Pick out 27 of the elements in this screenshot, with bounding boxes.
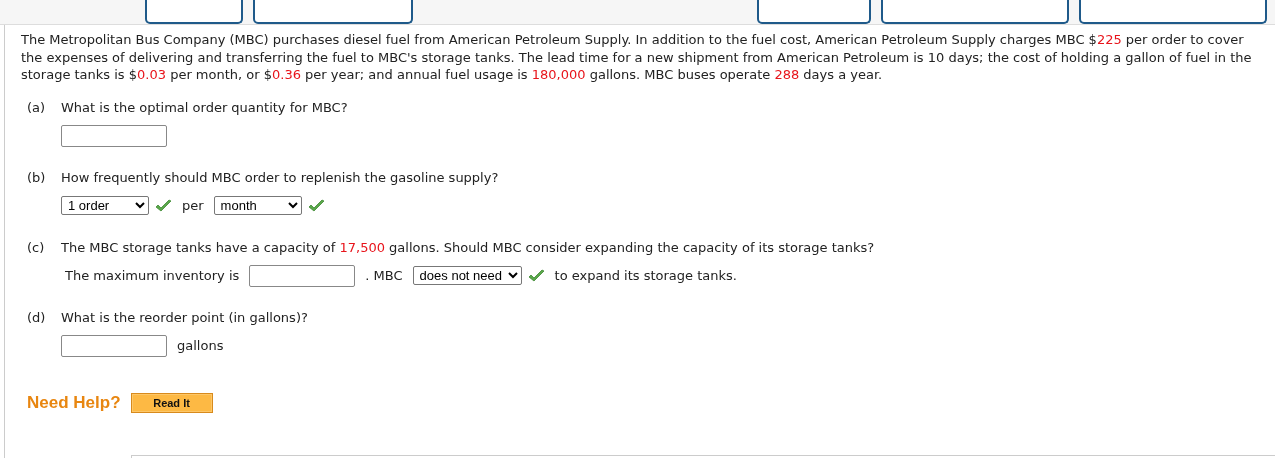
toolbar-button[interactable]: [881, 0, 1069, 24]
part-letter: (d): [27, 308, 47, 326]
part-letter: (c): [27, 238, 46, 256]
toolbar-button[interactable]: [1079, 0, 1267, 24]
answer-field[interactable]: [61, 124, 167, 147]
answer-label: per: [182, 198, 204, 213]
answer-label: The maximum inventory is: [65, 268, 240, 283]
answer-dropdown[interactable]: 1 order: [61, 196, 149, 215]
answer-field[interactable]: [249, 264, 356, 287]
toolbar-button[interactable]: [145, 0, 243, 24]
problem-text: The Metropolitan Bus Company (MBC) purchases diesel fuel from American Petroleum Supply. In addition to the fuel cost, American Petroleum Supply charges MBC $225 per order to cover the expenses of delivering and transferring the fuel to MBC's storage tanks. The lead time for a new shipment from American Petroleum is 10 days; the cost of holding a gallon of fuel in the storage tanks is $0.03 per month, or $0.36 per year; and annual fuel usage is 180,000 gallons. MBC buses operate 288 days a year.: [21, 31, 1253, 84]
answer-field[interactable]: [61, 334, 167, 357]
answer-label: gallons: [177, 338, 224, 353]
answer-label: to expand its storage tanks.: [554, 268, 737, 283]
read-it-button[interactable]: Read It: [130, 392, 213, 413]
toolbar-button[interactable]: [757, 0, 871, 24]
question-text: The MBC storage tanks have a capacity of 17,500 gallons. Should MBC consider expanding the capacity of its storage tanks?: [61, 238, 876, 256]
question-text: What is the reorder point (in gallons)?: [61, 308, 309, 326]
answer-label: . MBC: [365, 268, 403, 283]
need-help-label: Need Help?: [27, 392, 121, 413]
part-letter: (a): [27, 98, 47, 116]
question-text: What is the optimal order quantity for MBC?: [61, 98, 349, 116]
question-text: How frequently should MBC order to replenish the gasoline supply?: [61, 168, 500, 186]
answer-dropdown[interactable]: month: [213, 196, 302, 215]
part-letter: (b): [27, 168, 47, 186]
answer-dropdown[interactable]: does not need: [412, 266, 522, 285]
toolbar-button[interactable]: [253, 0, 413, 24]
